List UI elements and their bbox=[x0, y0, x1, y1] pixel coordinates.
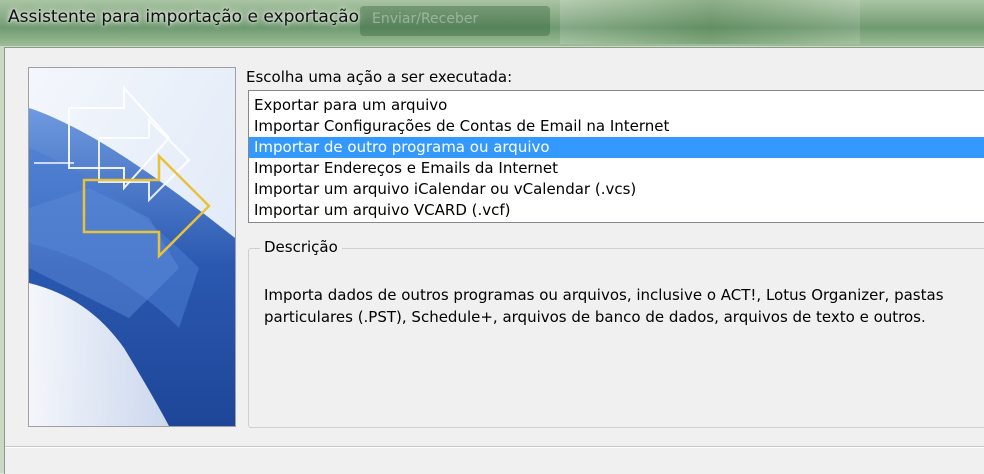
background-window-caption: Enviar/Receber bbox=[372, 11, 479, 27]
footer-separator bbox=[5, 446, 984, 448]
description-label: Descrição bbox=[260, 238, 342, 256]
window-title: Assistente para importação e exportação bbox=[8, 7, 359, 27]
list-item-import-vcard[interactable]: Importar um arquivo VCARD (.vcf) bbox=[249, 200, 984, 221]
description-text: Importa dados de outros programas ou arq… bbox=[264, 286, 944, 326]
action-prompt-label: Escolha uma ação a ser executada: bbox=[246, 68, 513, 86]
wizard-banner-arrows-icon bbox=[28, 67, 236, 427]
list-item-export-file[interactable]: Exportar para um arquivo bbox=[249, 95, 984, 116]
window-frame: Escolha uma ação a ser executada: Export… bbox=[0, 46, 984, 474]
list-item-import-other-program[interactable]: Importar de outro programa ou arquivo bbox=[249, 137, 984, 158]
list-item-import-email-accounts[interactable]: Importar Configurações de Contas de Emai… bbox=[249, 116, 984, 137]
wizard-client-area: Escolha uma ação a ser executada: Export… bbox=[4, 47, 984, 474]
background-glass-reflection bbox=[560, 0, 860, 44]
list-item-import-addresses-emails[interactable]: Importar Endereços e Emails da Internet bbox=[249, 158, 984, 179]
title-bar[interactable]: Enviar/Receber Assistente para importaçã… bbox=[0, 0, 984, 46]
description-groupbox: Descrição Importa dados de outros progra… bbox=[248, 238, 984, 428]
list-item-import-icalendar[interactable]: Importar um arquivo iCalendar ou vCalend… bbox=[249, 179, 984, 200]
action-listbox[interactable]: Exportar para um arquivo Importar Config… bbox=[248, 90, 984, 223]
